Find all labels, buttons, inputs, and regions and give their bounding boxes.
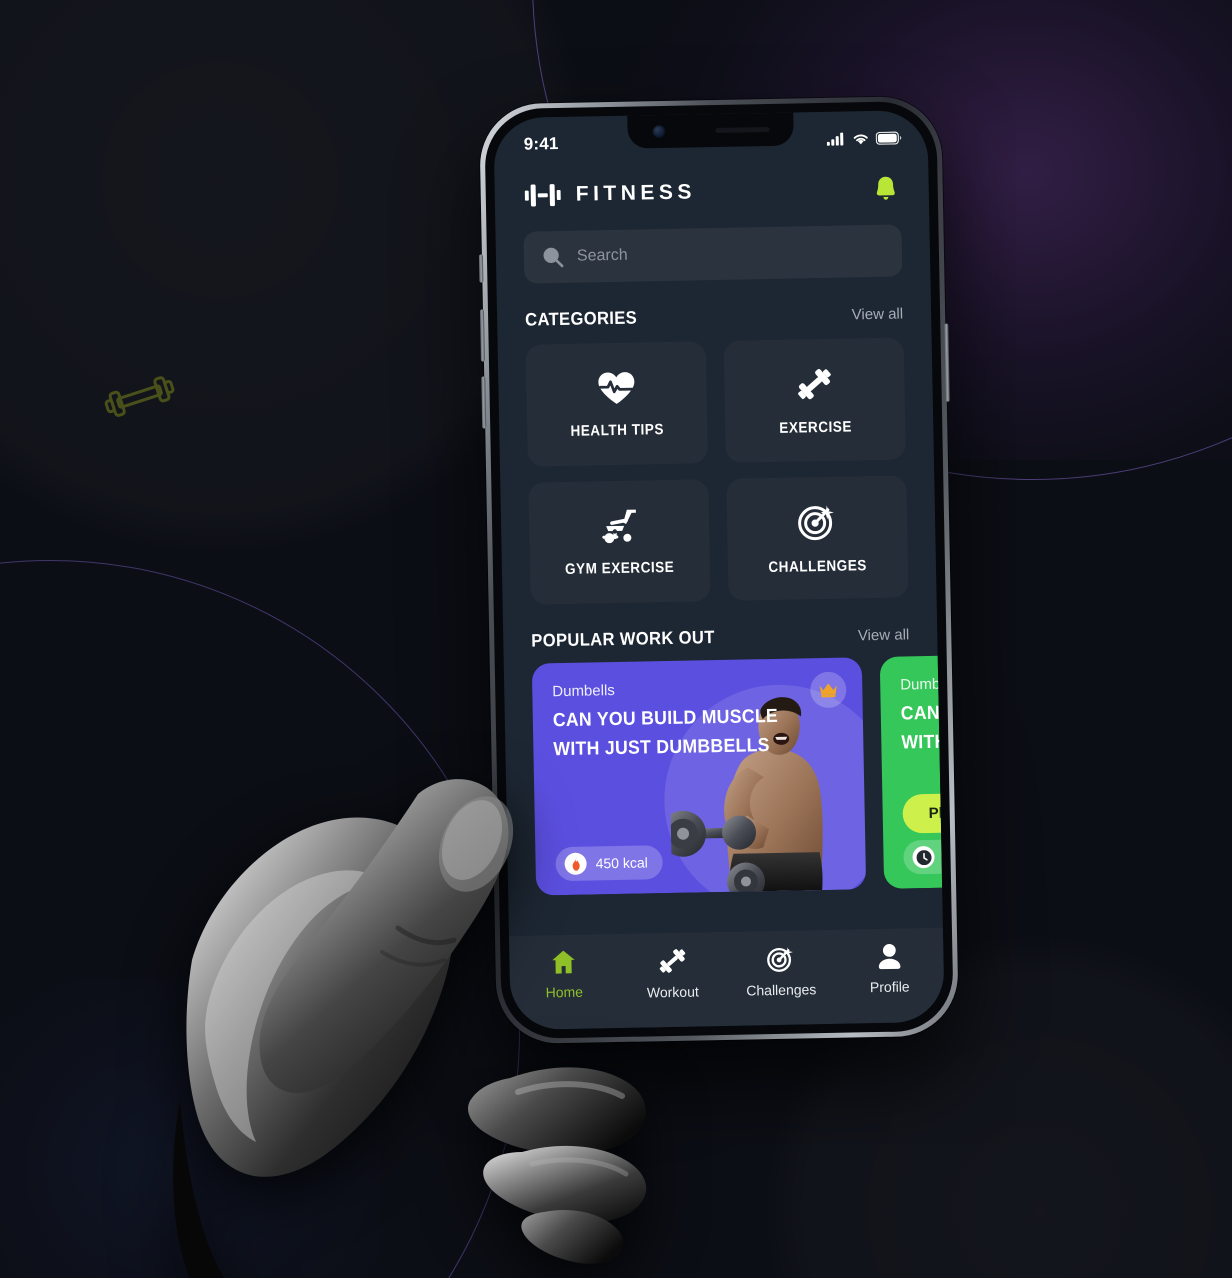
category-label: GYM EXERCISE <box>565 558 675 578</box>
category-card-gym-exercise[interactable]: GYM EXERCISE <box>528 479 711 605</box>
categories-title: CATEGORIES <box>524 307 638 330</box>
3d-hand-holding-phone <box>173 779 647 1278</box>
workout-card-green[interactable]: Dumbells CAN YOU BUILD MUSCLE WITH JUST … <box>879 651 943 889</box>
dumbbell-outline-icon <box>104 376 175 417</box>
popular-view-all[interactable]: View all <box>858 626 910 644</box>
popular-header: POPULAR WORK OUT View all <box>503 597 938 652</box>
status-bar: 9:41 <box>493 110 928 164</box>
categories-header: CATEGORIES View all <box>496 276 931 331</box>
categories-grid: HEALTH TIPS EXERCISE GYM EXERCISE CHALLE… <box>497 323 936 605</box>
brand-name: FITNESS <box>575 180 697 206</box>
target-icon <box>767 947 794 972</box>
dumbbell-icon <box>798 368 831 399</box>
person-icon <box>878 944 901 970</box>
workout-card-category: Dumbells <box>900 675 943 694</box>
workout-card-title: CAN YOU BUILD MUSCLE WITH JUST DUMBBELLS <box>552 705 779 761</box>
tab-profile[interactable]: Profile <box>835 942 944 996</box>
tab-label: Profile <box>869 978 910 996</box>
play-button[interactable]: Play <box>902 792 943 834</box>
dumbbell-logo-icon <box>524 184 561 207</box>
exercise-bike-icon <box>602 509 636 543</box>
mute-switch[interactable] <box>478 254 484 283</box>
battery-icon <box>875 131 902 145</box>
cellular-signal-icon <box>826 132 844 146</box>
volume-up-button[interactable] <box>479 309 485 362</box>
target-icon <box>798 504 834 540</box>
heart-pulse-icon <box>598 371 635 404</box>
crown-icon <box>819 683 837 698</box>
brand: FITNESS <box>524 178 697 209</box>
search-icon <box>543 247 564 268</box>
category-card-health-tips[interactable]: HEALTH TIPS <box>525 341 708 467</box>
search-bar[interactable]: Search <box>523 224 903 284</box>
search-input[interactable]: Search <box>577 247 628 266</box>
status-time: 9:41 <box>523 134 559 154</box>
category-label: HEALTH TIPS <box>570 420 665 440</box>
search-section: Search <box>495 212 930 284</box>
popular-title: POPULAR WORK OUT <box>531 627 715 651</box>
status-icons <box>826 131 902 146</box>
category-card-challenges[interactable]: CHALLENGES <box>726 475 909 601</box>
app-header: FITNESS <box>494 156 929 220</box>
workout-stat-duration: 30 min <box>903 838 943 875</box>
category-label: EXERCISE <box>778 417 852 437</box>
category-label: CHALLENGES <box>768 556 868 576</box>
wifi-icon <box>853 133 868 144</box>
workout-card-title: CAN YOU BUILD MUSCLE WITH JUST DUMBBELLS <box>900 699 943 754</box>
clock-icon <box>912 845 935 869</box>
volume-down-button[interactable] <box>481 376 487 429</box>
category-card-exercise[interactable]: EXERCISE <box>723 337 906 463</box>
categories-view-all[interactable]: View all <box>852 305 904 323</box>
bell-icon[interactable] <box>872 174 899 202</box>
